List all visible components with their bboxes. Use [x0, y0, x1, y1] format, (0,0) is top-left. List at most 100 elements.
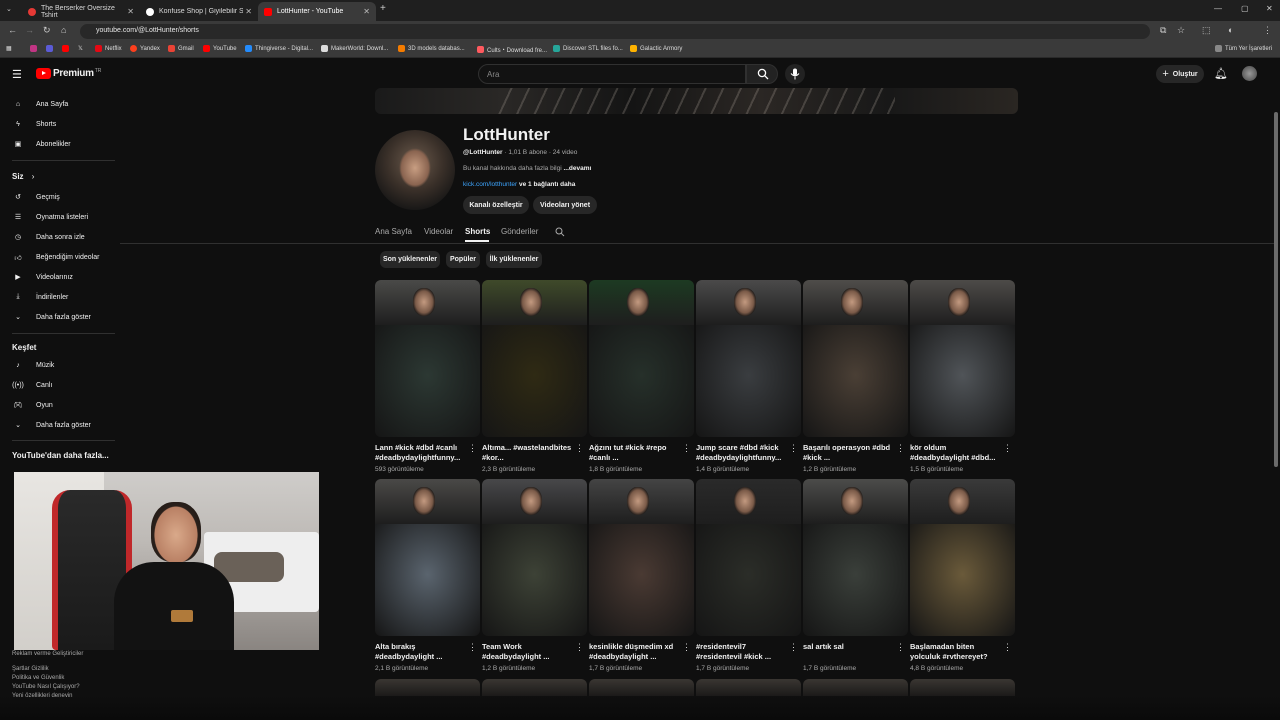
- x-bookmark-icon[interactable]: 𝕏: [78, 45, 83, 52]
- apps-grid-icon[interactable]: ▦: [6, 45, 12, 52]
- short-thumbnail-partial[interactable]: [375, 679, 480, 696]
- short-thumbnail-partial[interactable]: [910, 679, 1015, 696]
- more-options-icon[interactable]: ⋮: [1003, 443, 1012, 454]
- short-title[interactable]: sal artık sal: [803, 642, 895, 662]
- short-thumbnail[interactable]: [482, 280, 587, 437]
- sidebar-item-subscriptions[interactable]: ▣ Abonelikler: [0, 135, 115, 153]
- short-card[interactable]: kesinlikle düşmedim xd #deadbydaylight .…: [589, 479, 694, 672]
- hamburger-menu-icon[interactable]: ☰: [12, 68, 22, 81]
- short-thumbnail-partial[interactable]: [589, 679, 694, 696]
- browser-tab-1[interactable]: The Berserker Oversize Tshirt ✕: [22, 2, 140, 21]
- sidebar-item-history[interactable]: ↺ Geçmiş: [0, 188, 115, 206]
- more-options-icon[interactable]: ⋮: [575, 642, 584, 653]
- tab-shorts[interactable]: Shorts: [465, 227, 490, 236]
- short-card[interactable]: Alta bırakış #deadbydaylight ... 2,1 B gö…: [375, 479, 480, 672]
- short-card[interactable]: Altıma... #wastelandbites #kor... 2,3 B g…: [482, 280, 587, 473]
- footer-line[interactable]: Politika ve Güvenlik: [12, 674, 83, 683]
- more-options-icon[interactable]: ⋮: [789, 443, 798, 454]
- short-thumbnail[interactable]: [375, 280, 480, 437]
- sidebar-you-heading[interactable]: Siz ›: [12, 172, 34, 181]
- more-options-icon[interactable]: ⋮: [682, 443, 691, 454]
- short-title[interactable]: Başlamadan biten yolculuk #rvthereyet?: [910, 642, 1002, 662]
- short-thumbnail[interactable]: [482, 479, 587, 636]
- sidebar-item-liked[interactable]: 👍︎ Beğendiğim videolar: [0, 248, 115, 266]
- short-thumbnail[interactable]: [375, 479, 480, 636]
- more-options-icon[interactable]: ⋮: [682, 642, 691, 653]
- more-options-icon[interactable]: ⋮: [896, 642, 905, 653]
- new-tab-button[interactable]: +: [380, 3, 386, 14]
- sidebar-item-downloads[interactable]: ⤓ İndirilenler: [0, 288, 115, 306]
- short-card[interactable]: Jump scare #dbd #kick #deadbydaylightfun…: [696, 280, 801, 473]
- short-title[interactable]: #residentevil7 #residentevil #kick ...: [696, 642, 788, 662]
- bookmark-star-icon[interactable]: ☆: [1177, 25, 1185, 36]
- short-title[interactable]: Lann #kick #dbd #canlı #deadbydaylightfu…: [375, 443, 467, 463]
- short-thumbnail[interactable]: [589, 479, 694, 636]
- cast-icon[interactable]: ⧉: [1160, 25, 1166, 36]
- close-icon[interactable]: ✕: [127, 7, 134, 16]
- short-title[interactable]: Team Work #deadbydaylight ...: [482, 642, 574, 662]
- bookmark-netflix[interactable]: Netflix: [95, 45, 122, 52]
- tab-search-icon[interactable]: ⌄: [6, 5, 12, 13]
- window-close-icon[interactable]: ✕: [1266, 4, 1273, 13]
- sidebar-item-playlists[interactable]: ☰ Oynatma listeleri: [0, 208, 115, 226]
- sidebar-item-gaming[interactable]: 🎮︎ Oyun: [0, 396, 115, 414]
- extensions-icon[interactable]: ⬚: [1202, 25, 1211, 36]
- short-thumbnail[interactable]: [696, 280, 801, 437]
- channel-link[interactable]: kick.com/lotthunter: [463, 181, 517, 188]
- filter-latest[interactable]: Son yüklenenler: [380, 251, 440, 268]
- short-title[interactable]: Başarılı operasyon #dbd #kick ...: [803, 443, 895, 463]
- sidebar-item-explore-more[interactable]: ⌄ Daha fazla göster: [0, 416, 115, 434]
- more-links[interactable]: ve 1 bağlantı daha: [519, 181, 575, 188]
- bookmark-thingiverse[interactable]: Thingiverse - Digital...: [245, 45, 313, 52]
- channel-avatar[interactable]: [375, 130, 455, 210]
- short-card[interactable]: Başarılı operasyon #dbd #kick ... 1,2 B g…: [803, 280, 908, 473]
- more-options-icon[interactable]: ⋮: [789, 642, 798, 653]
- voice-search-button[interactable]: [785, 64, 805, 84]
- sidebar-item-show-more[interactable]: ⌄ Daha fazla göster: [0, 308, 115, 326]
- filter-oldest[interactable]: İlk yüklenenler: [486, 251, 542, 268]
- tab-posts[interactable]: Gönderiler: [501, 227, 538, 236]
- page-scrollbar[interactable]: [1274, 112, 1278, 467]
- short-title[interactable]: kör oldum #deadbydaylight #dbd...: [910, 443, 1002, 463]
- close-icon[interactable]: ✕: [245, 7, 252, 16]
- footer-line[interactable]: Reklam verme Geliştiriciler: [12, 650, 83, 659]
- browser-tab-3[interactable]: LottHunter - YouTube ✕: [258, 2, 376, 21]
- footer-line[interactable]: Şartlar Gizlilik: [12, 665, 83, 674]
- short-thumbnail-partial[interactable]: [696, 679, 801, 696]
- more-options-icon[interactable]: ⋮: [1003, 642, 1012, 653]
- bookmark-3dmodels[interactable]: 3D models databas...: [398, 45, 465, 52]
- bookmark-gmail[interactable]: Gmail: [168, 45, 194, 52]
- notifications-bell-icon[interactable]: 🔔︎: [1214, 67, 1228, 80]
- more-options-icon[interactable]: ⋮: [468, 642, 477, 653]
- channel-search-icon[interactable]: [555, 227, 565, 237]
- short-thumbnail[interactable]: [696, 479, 801, 636]
- short-title[interactable]: Altıma... #wastelandbites #kor...: [482, 443, 574, 463]
- bookmark-icon[interactable]: [46, 45, 56, 52]
- filter-popular[interactable]: Popüler: [446, 251, 480, 268]
- sidebar-item-shorts[interactable]: ϟ Shorts: [0, 115, 115, 133]
- more-options-icon[interactable]: ⋮: [575, 443, 584, 454]
- search-input[interactable]: Ara: [478, 64, 746, 84]
- search-button[interactable]: [746, 64, 778, 84]
- short-card[interactable]: Başlamadan biten yolculuk #rvthereyet? 4,…: [910, 479, 1015, 672]
- short-title[interactable]: Jump scare #dbd #kick #deadbydaylightfun…: [696, 443, 788, 463]
- short-card[interactable]: Team Work #deadbydaylight ... 1,2 B görün…: [482, 479, 587, 672]
- bookmark-discover-stl[interactable]: Discover STL files fo...: [553, 45, 623, 52]
- tab-videos[interactable]: Videolar: [424, 227, 453, 236]
- instagram-bookmark-icon[interactable]: [30, 45, 40, 52]
- short-card[interactable]: #residentevil7 #residentevil #kick ... 1,…: [696, 479, 801, 672]
- tab-home[interactable]: Ana Sayfa: [375, 227, 412, 236]
- more-options-icon[interactable]: ⋮: [468, 443, 477, 454]
- sidebar-item-home[interactable]: ⌂ Ana Sayfa: [0, 95, 115, 113]
- all-bookmarks[interactable]: Tüm Yer İşaretleri: [1215, 45, 1272, 52]
- short-card[interactable]: Ağzını tut #kick #repo #canlı ... 1,8 B g…: [589, 280, 694, 473]
- customize-channel-button[interactable]: Kanalı özelleştir: [463, 196, 529, 214]
- channel-about[interactable]: Bu kanal hakkında daha fazla bilgi ...de…: [463, 165, 591, 172]
- sidebar-item-live[interactable]: ((•)) Canlı: [0, 376, 115, 394]
- short-thumbnail-partial[interactable]: [482, 679, 587, 696]
- bookmark-yandex[interactable]: Yandex: [130, 45, 160, 52]
- short-thumbnail[interactable]: [803, 280, 908, 437]
- more-options-icon[interactable]: ⋮: [896, 443, 905, 454]
- short-title[interactable]: Alta bırakış #deadbydaylight ...: [375, 642, 467, 662]
- reload-icon[interactable]: ↻: [43, 25, 51, 36]
